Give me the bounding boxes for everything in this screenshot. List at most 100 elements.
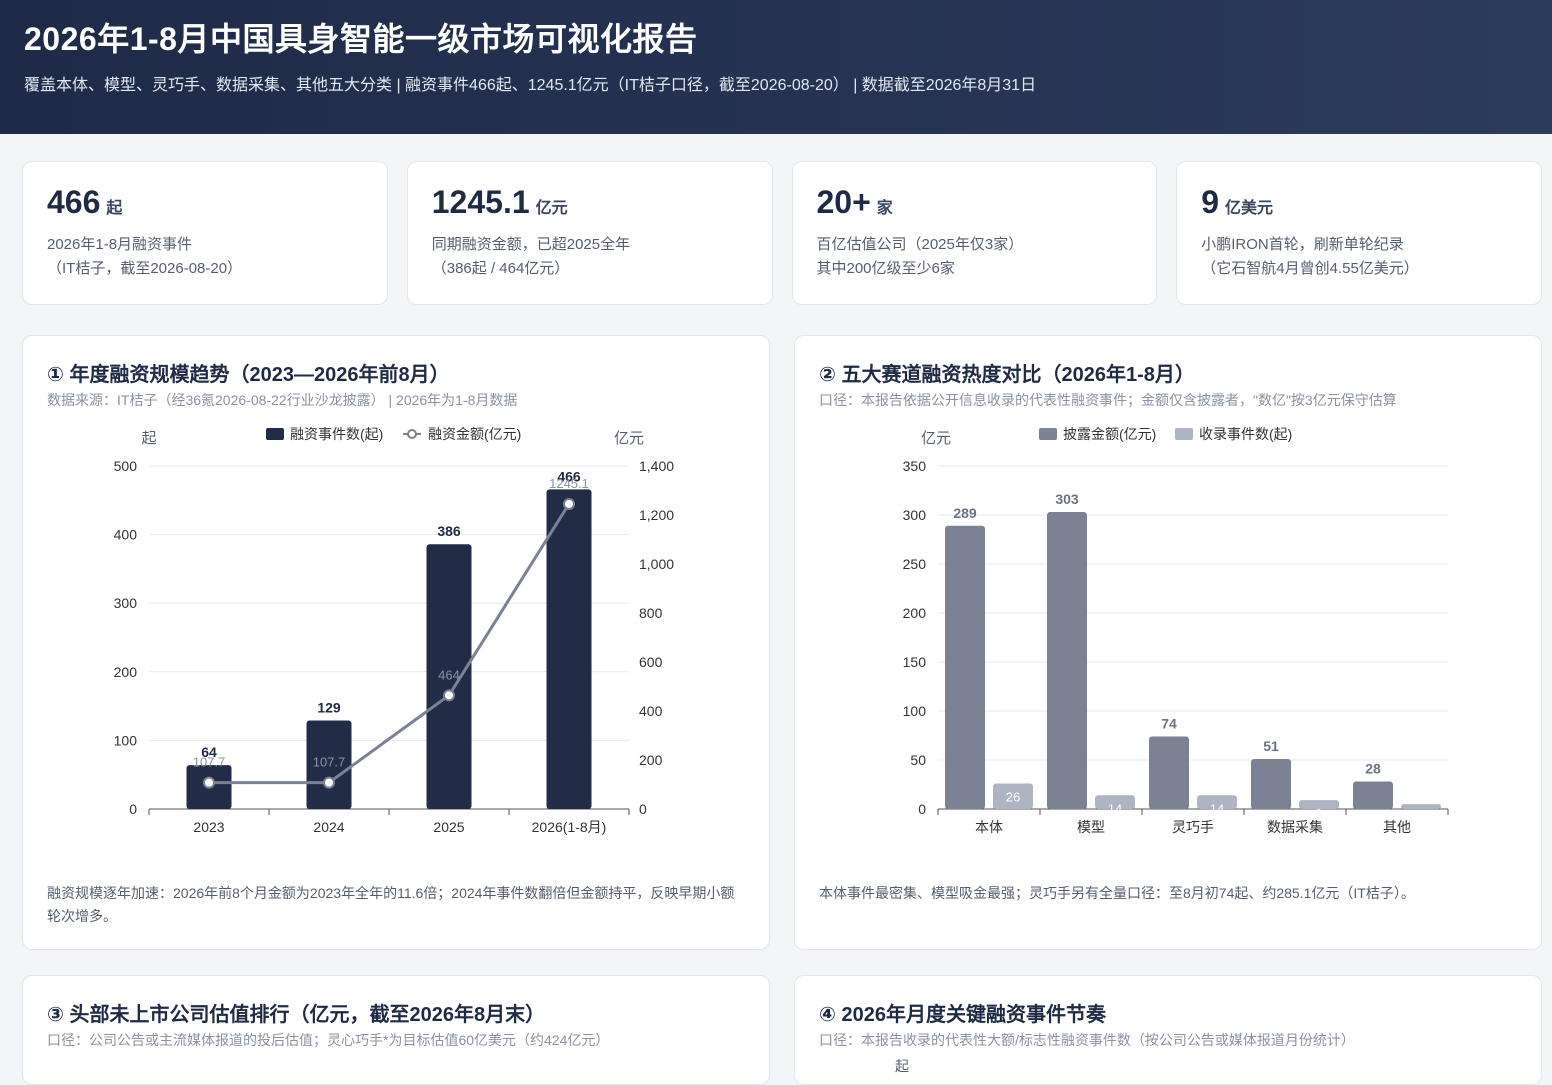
bar-value-label: 26: [1006, 790, 1020, 805]
annual-trend-chart: 融资事件数(起) 融资金额(亿元) 起 亿元 0 100 200 300 400 500 0 200 4…: [114, 426, 675, 835]
stat-desc: （它石智航4月曾创4.55亿美元）: [1201, 260, 1419, 277]
y-tick-label-right: 800: [639, 605, 663, 621]
bar-events: [546, 489, 592, 809]
stat-card-record: 9 亿美元 小鹏IRON首轮，刷新单轮纪录 （它石智航4月曾创4.55亿美元）: [1176, 161, 1542, 305]
x-tick-label: 其他: [1383, 819, 1411, 835]
x-tick-label: 模型: [1077, 819, 1105, 835]
axis-label: 起: [895, 1058, 909, 1074]
bar-value-label: 14: [1210, 801, 1224, 816]
bar-value-label: 289: [953, 505, 977, 521]
bar-value-label: 129: [317, 700, 341, 716]
panel-footnote: 本体事件最密集、模型吸金最强；灵巧手另有全量口径：至8月初74起、约285.1亿…: [819, 885, 1415, 901]
stat-value: 1245.1: [431, 184, 530, 220]
stat-desc: 百亿估值公司（2025年仅3家）: [816, 236, 1024, 253]
y-tick-label: 0: [918, 801, 926, 817]
line-value-label: 464: [438, 667, 460, 682]
stat-value: 9: [1201, 184, 1220, 220]
bar-value-label: 51: [1263, 738, 1279, 754]
y-tick-label-left: 0: [129, 801, 137, 817]
y-tick-label-right: 400: [639, 703, 663, 719]
y-axis-title-left: 起: [141, 430, 156, 447]
stat-card-companies: 20+ 家 百亿估值公司（2025年仅3家） 其中200亿级至少6家: [791, 161, 1158, 305]
report-header: 2026年1-8月中国具身智能一级市场可视化报告 覆盖本体、模型、灵巧手、数据采…: [0, 0, 1552, 134]
stat-desc: 其中200亿级至少6家: [816, 260, 955, 277]
panel-valuation-ranking: ③ 头部未上市公司估值排行（亿元，截至2026年8月末） 口径：公司公告或主流媒…: [22, 975, 770, 1085]
panel-annual-trend: ① 年度融资规模趋势（2023—2026年前8月） 数据来源：IT桔子（经36氪…: [22, 335, 770, 950]
stat-value: 20+: [816, 184, 871, 220]
y-tick-label-left: 500: [114, 458, 138, 474]
x-tick-label: 数据采集: [1267, 819, 1323, 835]
bar-amount: [945, 525, 985, 809]
y-tick-label-left: 100: [114, 732, 138, 748]
stat-desc: 2026年1-8月融资事件: [47, 236, 193, 253]
x-tick-label: 灵巧手: [1172, 819, 1214, 835]
legend-label: 收录事件数(起): [1199, 426, 1292, 442]
line-point: [203, 776, 215, 789]
panel-title: ③ 头部未上市公司估值排行（亿元，截至2026年8月末）: [47, 1004, 546, 1026]
y-tick-label: 150: [903, 654, 927, 670]
y-tick-label-right: 600: [639, 654, 663, 670]
panel-note: 口径：公司公告或主流媒体报道的投后估值；灵心巧手*为目标估值60亿美元（约424…: [47, 1032, 610, 1048]
x-tick-label: 2025: [433, 819, 464, 835]
legend-label: 融资事件数(起): [290, 426, 383, 442]
panel-title: ④ 2026年月度关键融资事件节奏: [819, 1004, 1106, 1026]
y-tick-label-right: 1,000: [639, 556, 674, 572]
y-tick-label-left: 300: [114, 595, 138, 611]
page-subtitle: 覆盖本体、模型、灵巧手、数据采集、其他五大分类 | 融资事件466起、1245.…: [24, 77, 1037, 94]
stat-desc: （386起 / 464亿元）: [431, 260, 570, 277]
bar-amount: [1353, 781, 1393, 809]
bar-value-label: 28: [1365, 761, 1381, 777]
stat-unit: 亿元: [535, 200, 568, 217]
y-tick-label: 50: [910, 752, 926, 768]
line-value-label: 107.7: [193, 755, 226, 770]
stat-unit: 起: [106, 200, 123, 217]
stat-desc: （IT桔子，截至2026-08-20）: [47, 260, 243, 277]
sector-compare-chart: 披露金额(亿元) 收录事件数(起) 亿元 0 50 100 150 200 250 300 350 本…: [903, 426, 1449, 835]
y-tick-label-left: 200: [114, 664, 138, 680]
legend-marker: [407, 429, 417, 439]
stat-card-amount: 1245.1 亿元 同期融资金额，已超2025全年 （386起 / 464亿元）: [406, 161, 773, 305]
bar-amount: [1251, 759, 1291, 809]
panel-footnote: 融资规模逐年加速：2026年前8个月金额为2023年全年的11.6倍；2024年…: [47, 885, 735, 924]
x-tick-label: 2026(1-8月): [532, 819, 607, 835]
legend-swatch-bar: [266, 428, 284, 440]
legend-swatch: [1039, 428, 1057, 440]
bar-value-label: 5: [1417, 810, 1424, 825]
legend-swatch: [1175, 428, 1193, 440]
y-axis-title: 亿元: [921, 430, 951, 447]
stat-cards: 466 起 2026年1-8月融资事件 （IT桔子，截至2026-08-20） 12…: [22, 161, 1542, 305]
stat-value: 466: [47, 184, 101, 220]
y-tick-label: 100: [903, 703, 927, 719]
y-tick-label: 200: [903, 605, 927, 621]
line-value-label: 107.7: [313, 755, 346, 770]
bar-value-label: 74: [1161, 715, 1177, 731]
x-tick-label: 2024: [313, 819, 344, 835]
panel-monthly-events: ④ 2026年月度关键融资事件节奏 口径：本报告收录的代表性大额/标志性融资事件…: [794, 975, 1542, 1085]
y-tick-label-right: 1,400: [639, 458, 674, 474]
bar-value-label: 386: [437, 523, 461, 539]
bar-value-label: 303: [1055, 491, 1079, 507]
line-point: [323, 776, 335, 789]
panel-sector-compare: ② 五大赛道融资热度对比（2026年1-8月） 口径：本报告依据公开信息收录的代…: [794, 335, 1542, 950]
y-tick-label-right: 200: [639, 752, 663, 768]
bar-value-label: 14: [1108, 801, 1122, 816]
legend-label: 披露金额(亿元): [1063, 426, 1156, 442]
stat-card-events: 466 起 2026年1-8月融资事件 （IT桔子，截至2026-08-20）: [22, 161, 388, 305]
x-tick-label: 2023: [193, 819, 224, 835]
y-tick-label: 350: [903, 458, 927, 474]
bar-events: [1401, 804, 1441, 809]
y-axis-title-right: 亿元: [614, 430, 644, 447]
page-title: 2026年1-8月中国具身智能一级市场可视化报告: [24, 21, 698, 57]
bar-amount: [1149, 736, 1189, 809]
y-tick-label-right: 1,200: [639, 507, 674, 523]
bar-amount: [1047, 512, 1087, 809]
y-tick-label: 300: [903, 507, 927, 523]
stat-unit: 家: [876, 200, 893, 217]
legend-label: 融资金额(亿元): [428, 426, 521, 442]
x-tick-label: 本体: [975, 819, 1003, 835]
line-value-label: 1245.1: [549, 476, 589, 491]
stat-desc: 小鹏IRON首轮，刷新单轮纪录: [1201, 236, 1404, 253]
y-tick-label: 250: [903, 556, 927, 572]
y-tick-label-left: 400: [114, 527, 138, 543]
y-tick-label-right: 0: [639, 801, 647, 817]
